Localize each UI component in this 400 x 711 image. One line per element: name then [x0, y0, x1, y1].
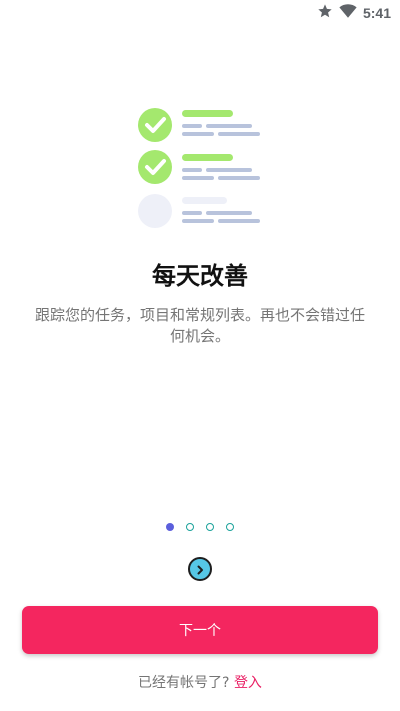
next-arrow-button[interactable] [188, 557, 212, 581]
unchecked-item-icon [138, 194, 260, 228]
page-indicator [0, 523, 400, 531]
status-icons: 5:41 [317, 3, 391, 23]
checked-item-icon [138, 150, 260, 184]
chevron-right-icon [195, 560, 205, 579]
next-button[interactable]: 下一个 [22, 606, 378, 654]
page-dot[interactable] [226, 523, 234, 531]
status-time: 5:41 [362, 5, 391, 21]
checked-item-icon [138, 108, 260, 142]
status-bar: 5:41 [0, 0, 400, 24]
login-link[interactable]: 登入 [234, 675, 262, 691]
page-dot-active[interactable] [166, 523, 174, 531]
login-prompt-row: 已经有帐号了? 登入 [0, 672, 400, 692]
page-dot[interactable] [186, 523, 194, 531]
star-icon [317, 3, 333, 23]
login-prompt-text: 已经有帐号了? [138, 675, 230, 691]
onboarding-title: 每天改善 [152, 262, 248, 290]
checklist-illustration [138, 106, 262, 230]
onboarding-subtitle: 跟踪您的任务，项目和常规列表。再也不会错过任何机会。 [34, 306, 365, 345]
page-dot[interactable] [206, 523, 214, 531]
wifi-icon [339, 3, 357, 23]
